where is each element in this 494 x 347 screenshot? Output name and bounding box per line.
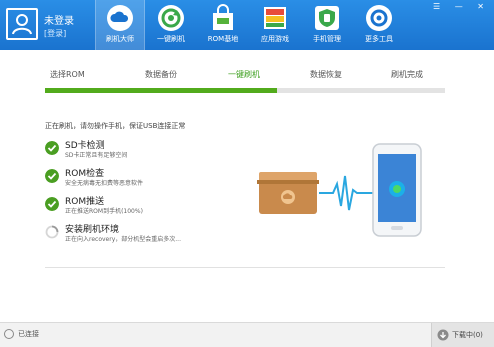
top-bar: 未登录 [登录] 刷机大师 一键刷机 ROM基地 应用游戏 手机管理 更多工具 … <box>0 0 494 50</box>
nav-label: 更多工具 <box>365 35 393 43</box>
loading-spinner-icon <box>45 225 59 239</box>
nav-rom-base[interactable]: ROM基地 <box>199 0 247 50</box>
rom-box-icon <box>257 172 319 214</box>
status-bar: 已连接 下载中(0) <box>0 322 494 347</box>
nav-label: ROM基地 <box>207 35 239 43</box>
download-button[interactable]: 下载中(0) <box>431 323 494 347</box>
task-sd-check: SD卡检测 SD卡正常且有足够空间 <box>45 138 245 162</box>
nav-phone-manager[interactable]: 手机管理 <box>303 0 351 50</box>
window-controls[interactable]: ☰ — ✕ <box>433 2 490 11</box>
task-install-env: 安装刷机环境 正在向入recovery，部分机型会重启多次... <box>45 222 245 246</box>
nav-label: 一键刷机 <box>157 35 185 43</box>
user-icon <box>12 14 32 35</box>
step-flash-complete: 刷机完成 <box>391 70 423 79</box>
login-link[interactable]: [登录] <box>44 28 66 39</box>
nav-label: 手机管理 <box>313 35 341 43</box>
step-one-click-flash: 一键刷机 <box>228 70 260 79</box>
nav-apps-games[interactable]: 应用游戏 <box>251 0 299 50</box>
task-desc: 正在向入recovery，部分机型会重启多次... <box>65 236 181 243</box>
task-desc: 正在推送ROM到手机(100%) <box>65 208 143 215</box>
nav-one-click-flash[interactable]: 一键刷机 <box>147 0 195 50</box>
phone-icon <box>372 143 422 237</box>
user-name: 未登录 <box>44 16 74 27</box>
check-circle-icon <box>45 197 59 211</box>
shopping-bag-icon <box>213 4 233 30</box>
task-rom-push: ROM推送 正在推送ROM到手机(100%) <box>45 194 245 218</box>
usb-status-icon <box>4 329 14 339</box>
avatar[interactable] <box>6 8 38 40</box>
task-rom-check: ROM检查 安全无病毒无扣费等恶意软件 <box>45 166 245 190</box>
task-desc: 安全无病毒无扣费等恶意软件 <box>65 180 144 187</box>
flash-illustration <box>257 143 422 237</box>
user-panel[interactable]: 未登录 [登录] <box>4 6 94 44</box>
check-circle-icon <box>45 169 59 183</box>
progress-bar <box>45 88 445 93</box>
divider <box>45 267 445 268</box>
tools-icon <box>366 5 392 31</box>
step-indicator: 选择ROM 数据备份 一键刷机 数据恢复 刷机完成 <box>45 69 445 81</box>
cloud-icon <box>107 5 133 31</box>
nav-flash-master[interactable]: 刷机大师 <box>95 0 145 50</box>
shield-icon <box>315 6 339 30</box>
check-circle-icon <box>45 141 59 155</box>
signal-line <box>319 175 375 211</box>
refresh-icon <box>158 5 184 31</box>
nav-label: 刷机大师 <box>106 35 134 43</box>
step-data-restore: 数据恢复 <box>310 70 342 79</box>
nav-more-tools[interactable]: 更多工具 <box>355 0 403 50</box>
progress-fill <box>45 88 277 93</box>
download-label: 下载中(0) <box>452 331 483 339</box>
step-data-backup: 数据备份 <box>145 70 177 79</box>
status-text: 正在刷机，请勿操作手机，保证USB连接正常 <box>45 122 186 130</box>
task-desc: SD卡正常且有足够空间 <box>65 152 128 159</box>
nav-label: 应用游戏 <box>261 35 289 43</box>
connection-label: 已连接 <box>18 330 39 338</box>
step-select-rom: 选择ROM <box>50 70 85 79</box>
download-cloud-icon <box>437 329 449 341</box>
connection-status: 已连接 <box>4 329 39 339</box>
apps-icon <box>264 7 286 29</box>
